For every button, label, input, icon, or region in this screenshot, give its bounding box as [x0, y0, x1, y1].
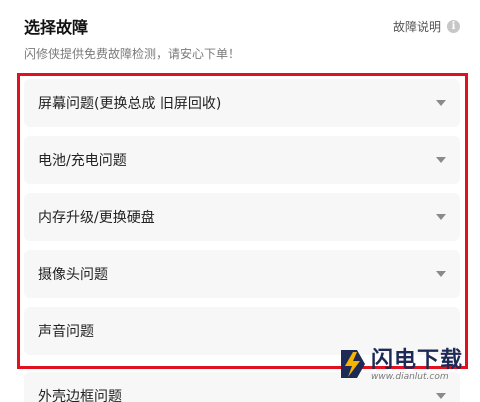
lightning-logo-icon [341, 350, 365, 378]
info-icon[interactable]: i [447, 20, 460, 33]
fault-selection-card: 选择故障 故障说明 i 闪修侠提供免费故障检测，请安心下单！ 屏幕问题(更换总成… [0, 0, 480, 402]
watermark-url: www.dianlut.com [371, 372, 449, 382]
caret-down-icon [436, 157, 446, 163]
fault-item-label: 内存升级/更换硬盘 [38, 210, 155, 226]
fault-item-label: 屏幕问题(更换总成 旧屏回收) [38, 96, 222, 112]
fault-item-label: 摄像头问题 [38, 267, 108, 283]
fault-description-link[interactable]: 故障说明 i [393, 18, 460, 35]
fault-item-label: 外壳边框问题 [38, 389, 122, 402]
fault-item-camera[interactable]: 摄像头问题 [24, 250, 460, 298]
watermark-text: 闪电下载 [371, 348, 464, 373]
caret-down-icon [436, 100, 446, 106]
caret-down-icon [436, 214, 446, 220]
subtitle: 闪修侠提供免费故障检测，请安心下单！ [24, 47, 241, 61]
fault-item-label: 声音问题 [38, 324, 94, 340]
page-title: 选择故障 [24, 18, 89, 37]
fault-description-label: 故障说明 [392, 20, 441, 34]
caret-down-icon [436, 271, 446, 277]
fault-item-screen[interactable]: 屏幕问题(更换总成 旧屏回收) [24, 79, 460, 127]
fault-item-battery[interactable]: 电池/充电问题 [24, 136, 460, 184]
fault-item-memory[interactable]: 内存升级/更换硬盘 [24, 193, 460, 241]
watermark: 闪电下载 www.dianlut.com [333, 340, 473, 400]
fault-item-label: 电池/充电问题 [38, 153, 127, 169]
